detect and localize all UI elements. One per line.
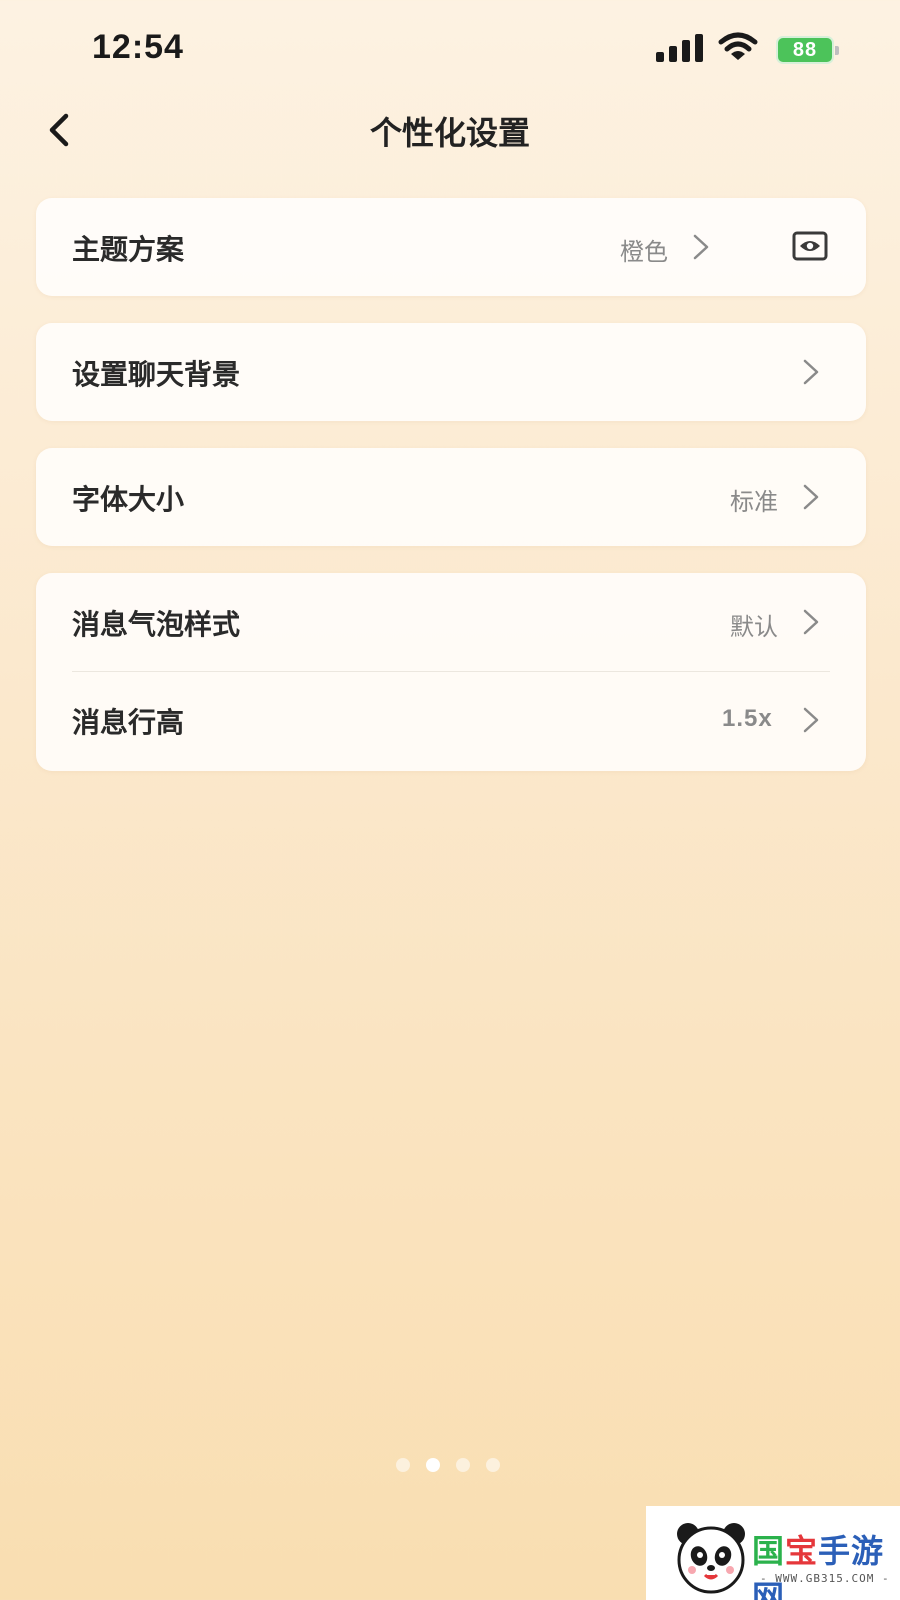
theme-label: 主题方案	[72, 233, 185, 266]
font-size-row[interactable]: 字体大小 标准	[36, 448, 866, 546]
line-height-label: 消息行高	[72, 706, 185, 739]
line-height-row[interactable]: 消息行高 1.5x	[36, 671, 866, 769]
navigation-bar: 个性化设置	[0, 100, 900, 160]
chevron-right-icon	[803, 609, 819, 635]
panda-logo-icon	[677, 1523, 745, 1594]
bubble-style-row[interactable]: 消息气泡样式 默认	[36, 573, 866, 672]
font-size-card: 字体大小 标准	[36, 448, 866, 546]
page-indicator	[394, 1458, 504, 1474]
chevron-right-icon	[803, 707, 819, 733]
watermark-url: - WWW.GB315.COM -	[760, 1572, 890, 1585]
font-size-value: 标准	[730, 488, 778, 516]
chevron-right-icon	[803, 484, 819, 510]
font-size-label: 字体大小	[72, 483, 185, 516]
status-bar: 12:54 88	[0, 0, 900, 100]
chevron-right-icon	[803, 359, 819, 385]
wifi-icon	[718, 32, 758, 60]
signal-icon	[656, 34, 703, 62]
chevron-right-icon	[693, 234, 709, 260]
watermark-logo-text: 国宝手游网	[752, 1526, 900, 1600]
bubble-style-value: 默认	[730, 613, 778, 641]
watermark-char-1: 国	[752, 1532, 786, 1570]
page-title: 个性化设置	[369, 114, 530, 152]
page-dot-active[interactable]	[426, 1458, 440, 1472]
page-dot[interactable]	[456, 1458, 470, 1472]
bubble-style-label: 消息气泡样式	[72, 608, 241, 641]
page-dot[interactable]	[396, 1458, 410, 1472]
page-dot[interactable]	[486, 1458, 500, 1472]
battery-indicator: 88	[776, 36, 839, 64]
watermark-char-2: 宝	[785, 1532, 819, 1570]
status-time: 12:54	[92, 28, 184, 66]
theme-row[interactable]: 主题方案 橙色	[36, 198, 866, 296]
site-watermark: 国宝手游网 - WWW.GB315.COM -	[646, 1506, 900, 1600]
message-style-card: 消息气泡样式 默认 消息行高 1.5x	[36, 573, 866, 771]
chat-background-card: 设置聊天背景	[36, 323, 866, 421]
theme-value: 橙色	[620, 238, 668, 266]
chat-background-row[interactable]: 设置聊天背景	[36, 323, 866, 421]
line-height-value: 1.5x	[722, 705, 773, 732]
chat-background-label: 设置聊天背景	[72, 358, 241, 391]
eye-icon[interactable]	[792, 231, 828, 261]
theme-card: 主题方案 橙色	[36, 198, 866, 296]
